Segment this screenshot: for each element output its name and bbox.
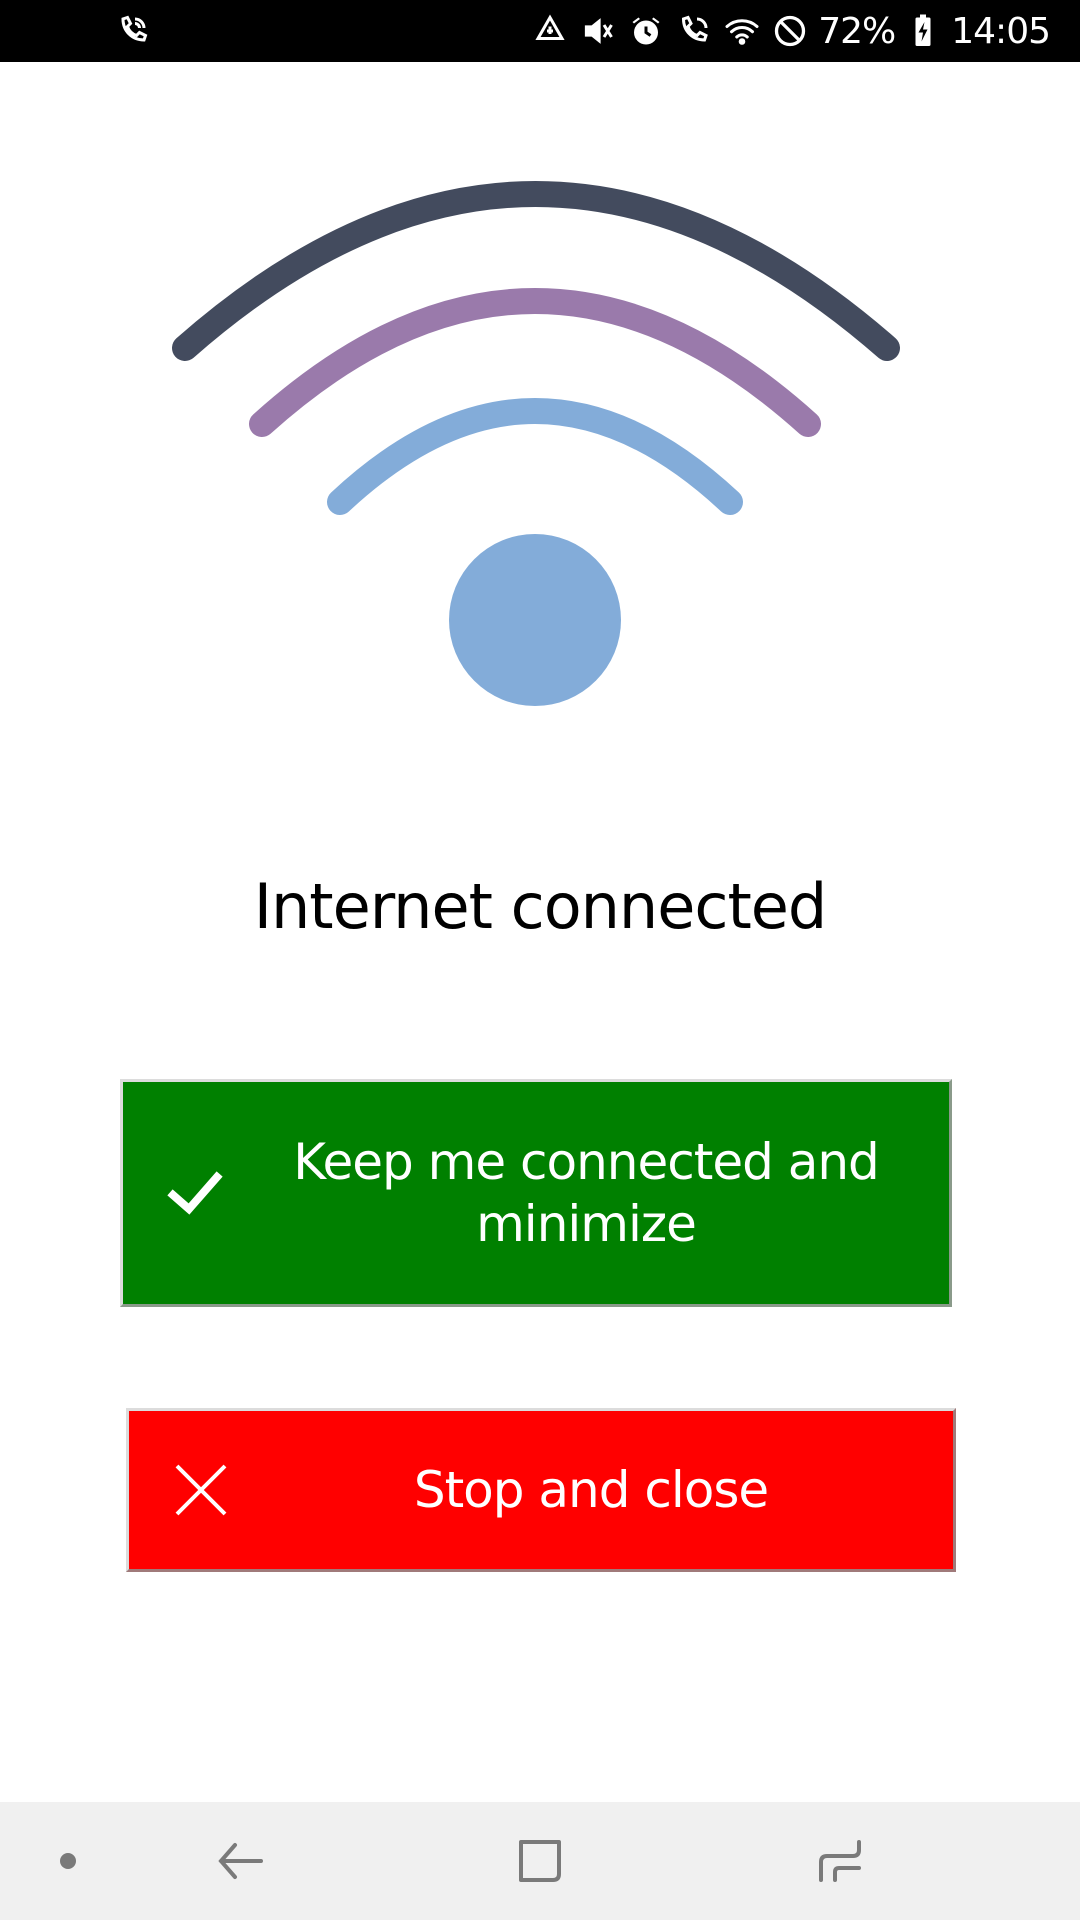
inner-arc xyxy=(327,398,743,515)
wifi-signal-illustration xyxy=(172,181,900,706)
data-saver-icon xyxy=(530,11,570,51)
keep-connected-button[interactable]: Keep me connected and minimize xyxy=(120,1079,952,1307)
connection-status-title: Internet connected xyxy=(253,870,828,943)
stop-and-close-label: Stop and close xyxy=(413,1461,769,1519)
nav-dot-icon[interactable] xyxy=(38,1802,98,1920)
status-bar: 72% 14:05 xyxy=(0,0,1080,62)
signal-dot xyxy=(449,534,621,706)
battery-charging-icon xyxy=(903,11,943,51)
checkmark-icon xyxy=(163,1161,227,1225)
alarm-icon xyxy=(626,11,666,51)
do-not-disturb-icon xyxy=(770,11,810,51)
clock: 14:05 xyxy=(951,10,1051,52)
recents-icon[interactable] xyxy=(800,1802,880,1920)
volte-call-icon xyxy=(674,11,714,51)
battery-percent: 72% xyxy=(818,10,896,52)
wifi-calling-icon xyxy=(112,11,152,51)
keep-connected-label: Keep me connected and minimize xyxy=(293,1133,880,1253)
outer-arc xyxy=(172,181,900,361)
home-icon[interactable] xyxy=(500,1802,580,1920)
back-icon[interactable] xyxy=(200,1802,280,1920)
wifi-icon xyxy=(722,11,762,51)
mute-icon xyxy=(578,11,618,51)
close-icon xyxy=(169,1458,233,1522)
stop-and-close-button[interactable]: Stop and close xyxy=(126,1408,956,1572)
screen: 72% 14:05 Internet connected Keep me con… xyxy=(0,0,1080,1920)
navigation-bar xyxy=(0,1802,1080,1920)
